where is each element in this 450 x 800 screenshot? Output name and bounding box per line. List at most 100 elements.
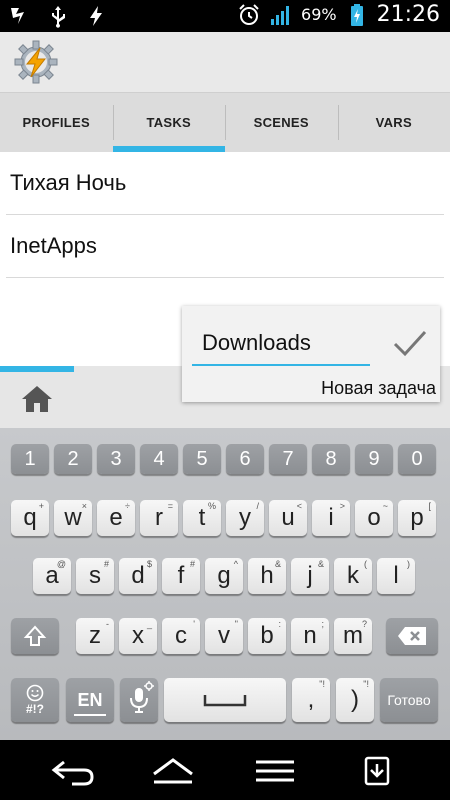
bracket-key[interactable]: ) "! bbox=[336, 678, 374, 722]
key-9[interactable]: 9 bbox=[355, 444, 393, 474]
new-task-dialog: Новая задача bbox=[182, 306, 440, 402]
emoji-symbols-key[interactable]: #!? bbox=[11, 678, 59, 722]
key-sub: ^ bbox=[233, 559, 238, 569]
key-w[interactable]: w × bbox=[54, 500, 92, 536]
settings-gear-icon bbox=[144, 681, 154, 691]
key-label: u bbox=[281, 504, 295, 531]
key-sub: # bbox=[103, 559, 109, 569]
key-e[interactable]: e ÷ bbox=[97, 500, 135, 536]
key-c[interactable]: c ' bbox=[162, 618, 200, 654]
language-label: EN bbox=[77, 689, 103, 710]
key-sub: ~ bbox=[382, 501, 388, 511]
key-4[interactable]: 4 bbox=[140, 444, 178, 474]
key-n[interactable]: n; bbox=[291, 618, 329, 654]
key-i[interactable]: i > bbox=[312, 500, 350, 536]
key-g[interactable]: g ^ bbox=[205, 558, 243, 594]
key-label: n bbox=[303, 622, 317, 649]
key-k[interactable]: k( bbox=[334, 558, 372, 594]
key-x[interactable]: x _ bbox=[119, 618, 157, 654]
done-label: Готово bbox=[387, 692, 431, 708]
key-t[interactable]: t% bbox=[183, 500, 221, 536]
task-name-input[interactable] bbox=[192, 322, 370, 366]
key-sub: [ bbox=[428, 501, 431, 511]
key-label: l bbox=[393, 562, 399, 589]
key-sub: % bbox=[207, 501, 216, 511]
key-sub: : bbox=[278, 619, 281, 629]
tasker-notification-icon bbox=[90, 6, 102, 26]
dialog-hint: Новая задача bbox=[321, 378, 436, 398]
key-label: x bbox=[132, 622, 144, 649]
key-2[interactable]: 2 bbox=[54, 444, 92, 474]
key-label: 5 bbox=[196, 447, 208, 470]
key-q[interactable]: q + bbox=[11, 500, 49, 536]
tab-vars[interactable]: VARS bbox=[337, 93, 450, 152]
fenix-icon bbox=[11, 8, 24, 24]
key-label: k bbox=[347, 562, 359, 589]
key-f[interactable]: f # bbox=[162, 558, 200, 594]
key-j[interactable]: j & bbox=[291, 558, 329, 594]
tab-tasks-label: TASKS bbox=[146, 115, 192, 130]
key-sub: - bbox=[106, 619, 109, 629]
key-v[interactable]: v " bbox=[205, 618, 243, 654]
checkmark-icon[interactable] bbox=[392, 328, 428, 358]
clock: 21:26 bbox=[376, 2, 440, 27]
language-key[interactable]: EN bbox=[66, 678, 114, 722]
scroll-indicator bbox=[0, 366, 74, 372]
key-sub: ? bbox=[361, 619, 367, 629]
tab-tasks[interactable]: TASKS bbox=[112, 93, 226, 152]
key-u[interactable]: u < bbox=[269, 500, 307, 536]
key-r[interactable]: r = bbox=[140, 500, 178, 536]
key-sub: & bbox=[317, 559, 324, 569]
key-o[interactable]: o ~ bbox=[355, 500, 393, 536]
done-key[interactable]: Готово bbox=[380, 678, 438, 722]
shift-key[interactable] bbox=[11, 618, 59, 654]
key-7[interactable]: 7 bbox=[269, 444, 307, 474]
hide-keyboard-icon[interactable] bbox=[354, 756, 400, 786]
usb-icon bbox=[52, 6, 65, 28]
key-1[interactable]: 1 bbox=[11, 444, 49, 474]
key-sub: = bbox=[167, 501, 173, 511]
key-sub: & bbox=[274, 559, 281, 569]
key-y[interactable]: y / bbox=[226, 500, 264, 536]
key-label: 7 bbox=[282, 447, 294, 470]
key-d[interactable]: d $ bbox=[119, 558, 157, 594]
key-label: y bbox=[239, 504, 251, 531]
key-h[interactable]: h & bbox=[248, 558, 286, 594]
voice-input-key[interactable] bbox=[120, 678, 158, 722]
space-key[interactable] bbox=[164, 678, 286, 722]
home-nav-icon[interactable] bbox=[150, 756, 196, 786]
tasker-logo-icon[interactable] bbox=[14, 40, 58, 84]
key-l[interactable]: l) bbox=[377, 558, 415, 594]
key-label: s bbox=[89, 562, 101, 589]
key-6[interactable]: 6 bbox=[226, 444, 264, 474]
key-sub: @ bbox=[56, 559, 66, 569]
key-8[interactable]: 8 bbox=[312, 444, 350, 474]
key-b[interactable]: b: bbox=[248, 618, 286, 654]
tab-profiles[interactable]: PROFILES bbox=[0, 93, 113, 152]
task-item[interactable]: Тихая Ночь bbox=[6, 152, 444, 215]
tab-vars-label: VARS bbox=[375, 115, 412, 130]
key-3[interactable]: 3 bbox=[97, 444, 135, 474]
key-s[interactable]: s # bbox=[76, 558, 114, 594]
key-p[interactable]: p[ bbox=[398, 500, 436, 536]
key-sub: ) bbox=[407, 559, 410, 569]
key-z[interactable]: z- bbox=[76, 618, 114, 654]
key-label: f bbox=[177, 562, 185, 589]
key-0[interactable]: 0 bbox=[398, 444, 436, 474]
key-sub: ÷ bbox=[125, 501, 130, 511]
back-icon[interactable] bbox=[50, 756, 96, 786]
tab-scenes[interactable]: SCENES bbox=[225, 93, 338, 152]
app-header bbox=[0, 32, 450, 92]
key-5[interactable]: 5 bbox=[183, 444, 221, 474]
key-sub: + bbox=[38, 501, 44, 511]
key-a[interactable]: a @ bbox=[33, 558, 71, 594]
comma-key[interactable]: , "! bbox=[292, 678, 330, 722]
key-m[interactable]: m? bbox=[334, 618, 372, 654]
key-label: z bbox=[89, 622, 101, 649]
home-icon[interactable] bbox=[20, 384, 54, 414]
task-item[interactable]: InetApps bbox=[6, 215, 444, 278]
key-label: i bbox=[328, 504, 334, 531]
backspace-key[interactable] bbox=[386, 618, 438, 654]
menu-icon[interactable] bbox=[252, 756, 298, 786]
key-sub: " bbox=[234, 619, 238, 629]
